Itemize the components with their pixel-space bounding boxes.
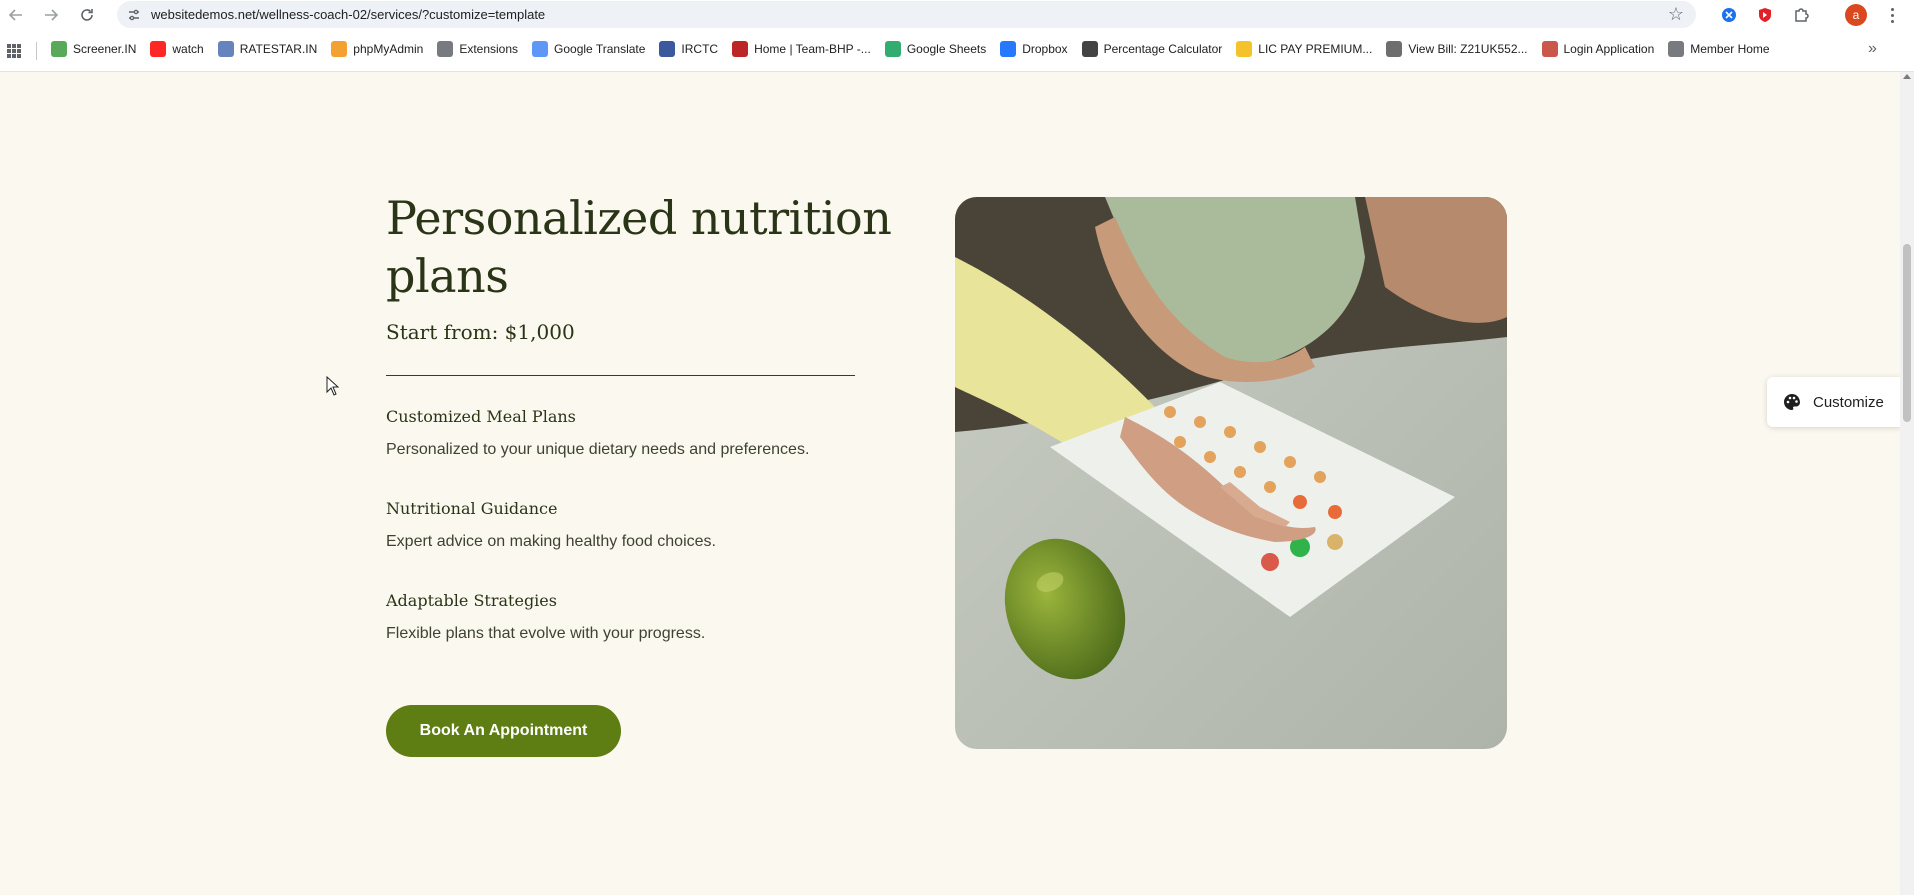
bookmark-label: phpMyAdmin [353,42,424,56]
youtube-icon [150,41,167,57]
page-scrollbar[interactable] [1900,72,1914,895]
bar-chart-icon [51,41,67,57]
bookmarks-overflow-icon[interactable]: » [1868,40,1877,58]
url-text[interactable]: websitedemos.net/wellness-coach-02/servi… [151,7,545,22]
reload-icon [81,9,93,21]
bookmark-label: Google Translate [554,42,646,56]
puzzle-extensions-icon[interactable] [1790,4,1812,26]
bill-icon [1386,41,1403,57]
shield-extension-icon[interactable] [1754,4,1776,26]
bookmarks-bar: Screener.IN watch RATESTAR.IN phpMyAdmin Ext… [0,29,1914,72]
arrow-right-icon [45,9,58,21]
palette-icon [1784,394,1800,410]
bookmark-item[interactable]: View Bill: Z21UK552... [1386,41,1528,57]
bookmark-item[interactable]: RATESTAR.IN [217,41,318,57]
divider [386,375,855,376]
team-bhp-icon [732,41,749,57]
bookmark-item[interactable]: Percentage Calculator [1081,41,1223,57]
bookmark-item[interactable]: Google Translate [532,41,645,57]
feature-title: Customized Meal Plans [386,407,576,426]
ratestar-icon [217,41,234,57]
feature-title: Adaptable Strategies [386,591,557,610]
bookmark-item[interactable]: Login Application [1541,41,1655,57]
bookmark-item[interactable]: Extensions [437,41,518,57]
forward-button[interactable] [38,2,64,28]
bookmark-item[interactable]: phpMyAdmin [331,41,423,57]
bookmark-list: Screener.IN watch RATESTAR.IN phpMyAdmin Ext… [51,41,1770,57]
bookmark-label: Member Home [1690,42,1770,56]
phpmyadmin-icon [331,41,348,57]
bookmark-label: Login Application [1563,42,1655,56]
bookmark-item[interactable]: IRCTC [659,41,718,57]
bookmark-item[interactable]: Home | Team-BHP -... [732,41,871,57]
dropbox-icon [1000,41,1017,57]
site-info-icon[interactable] [125,6,143,24]
bookmark-label: Dropbox [1022,42,1068,56]
book-appointment-button[interactable]: Book An Appointment [386,705,621,757]
customize-label: Customize [1813,393,1884,411]
login-icon [1541,41,1558,57]
percent-icon [1081,41,1098,57]
bookmark-label: Home | Team-BHP -... [754,42,871,56]
bookmark-label: Google Sheets [906,42,987,56]
back-button[interactable] [3,2,29,28]
translate-icon [532,41,549,57]
browser-toolbar: websitedemos.net/wellness-coach-02/servi… [0,0,1914,29]
bookmark-label: Percentage Calculator [1103,42,1223,56]
scroll-up-icon[interactable] [1903,74,1911,79]
bookmark-label: Extensions [459,42,519,56]
bookmark-star-icon[interactable]: ☆ [1668,4,1684,25]
arrow-left-icon [9,9,22,21]
globe-icon [1668,41,1685,57]
bookmark-item[interactable]: watch [150,41,204,57]
extension-icon[interactable] [1718,4,1740,26]
profile-avatar[interactable]: a [1845,4,1867,26]
bookmarks-separator [36,42,37,60]
mouse-cursor-icon [326,376,340,396]
service-price: Start from: $1,000 [386,320,575,344]
bookmark-item[interactable]: Dropbox [1000,41,1068,57]
customize-button[interactable]: Customize [1767,377,1902,427]
bookmark-label: LIC PAY PREMIUM... [1258,42,1373,56]
bookmark-item[interactable]: Screener.IN [51,41,136,57]
bookmark-item[interactable]: Member Home [1668,41,1770,57]
page-content: Personalized nutrition plans Start from:… [0,72,1902,895]
nutrition-plan-photo [955,197,1507,749]
apps-grid-icon[interactable] [7,44,21,58]
bookmark-item[interactable]: Google Sheets [884,41,987,57]
lic-icon [1236,41,1253,57]
feature-description: Expert advice on making healthy food cho… [386,533,716,550]
browser-menu-icon[interactable] [1882,2,1902,28]
service-title: Personalized nutrition plans [386,191,892,303]
bookmark-label: watch [172,42,204,56]
sheets-icon [884,41,901,57]
reload-button[interactable] [74,2,100,28]
bookmark-item[interactable]: LIC PAY PREMIUM... [1236,41,1372,57]
irctc-icon [659,41,676,57]
feature-description: Personalized to your unique dietary need… [386,441,810,458]
bookmark-label: View Bill: Z21UK552... [1408,42,1528,56]
feature-title: Nutritional Guidance [386,499,558,518]
scrollbar-thumb[interactable] [1903,244,1911,422]
bookmark-label: Screener.IN [73,42,137,56]
bookmark-label: IRCTC [681,42,719,56]
puzzle-icon [437,41,454,57]
feature-description: Flexible plans that evolve with your pro… [386,625,706,642]
bookmark-label: RATESTAR.IN [239,42,318,56]
address-bar[interactable]: websitedemos.net/wellness-coach-02/servi… [117,1,1696,28]
